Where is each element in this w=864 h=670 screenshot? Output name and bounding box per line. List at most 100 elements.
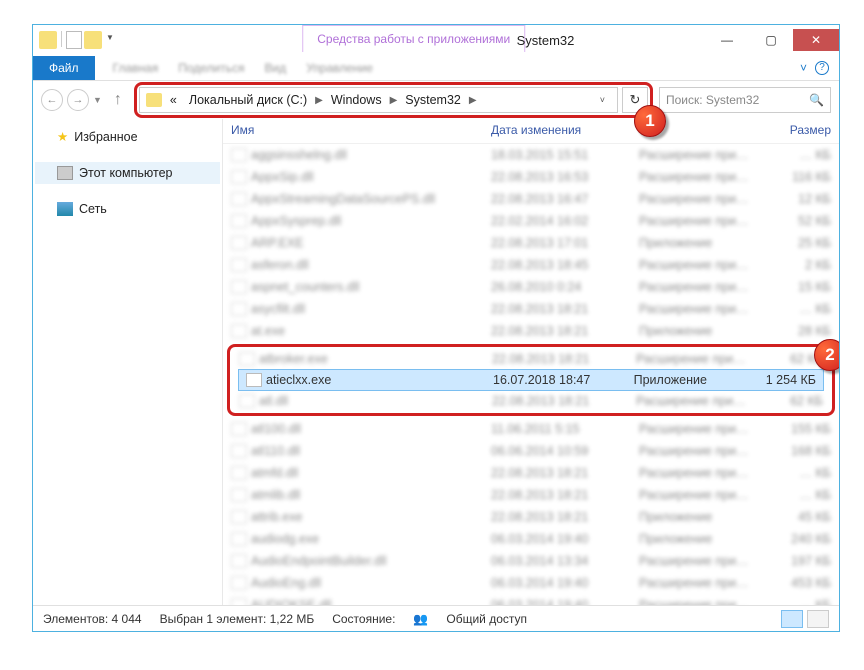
file-icon [231,236,247,250]
close-button[interactable]: ✕ [793,29,839,51]
sidebar-group-favorites[interactable]: ★ Избранное [35,125,220,148]
chevron-right-icon[interactable]: ▶ [469,95,477,106]
address-bar[interactable]: « Локальный диск (C:) ▶ Windows ▶ System… [139,87,618,113]
file-name: atieclxx.exe [266,373,331,387]
network-icon [57,202,73,216]
sidebar-label: Избранное [74,130,137,144]
file-row[interactable]: atl100.dll11.06.2011 5:15Расширение при…… [223,418,839,440]
file-row[interactable]: AppxStreamingDataSourcePS.dll22.08.2013 … [223,188,839,210]
file-row[interactable]: AudioEng.dll06.03.2014 19:40Расширение п… [223,572,839,594]
file-row[interactable]: AppxSysprep.dll22.02.2014 16:02Расширени… [223,210,839,232]
file-icon [231,576,247,590]
column-headers: Имя Дата изменения Тип Размер [223,119,839,144]
file-icon [231,280,247,294]
window-buttons: — ▢ ✕ [705,29,839,51]
ribbon-tab-share[interactable]: Поделиться [168,57,254,79]
nav-arrows: ← → ▼ [41,89,102,111]
maximize-button[interactable]: ▢ [749,29,793,51]
file-row[interactable]: ARP.EXE22.08.2013 17:01Приложение25 КБ [223,232,839,254]
selection-highlight: atbroker.exe 22.08.2013 18:21 Расширение… [227,344,835,416]
up-button[interactable]: ↑ [108,90,128,110]
ribbon-tab-manage[interactable]: Управление [296,57,383,79]
file-size: 1 254 КБ [753,373,816,387]
qat-icons: ▼ [33,31,116,49]
address-dropdown-icon[interactable]: ˅ [594,95,611,105]
icons-view-button[interactable] [807,610,829,628]
sidebar-label: Сеть [79,202,107,216]
search-input[interactable]: Поиск: System32 🔍 [659,87,831,113]
file-icon [231,192,247,206]
exe-icon [246,373,262,387]
minimize-button[interactable]: — [705,29,749,51]
sidebar-item-network[interactable]: Сеть [35,198,220,220]
pc-icon [57,166,73,180]
callout-1: 1 [634,105,666,137]
file-row[interactable]: atmlib.dll22.08.2013 18:21Расширение при… [223,484,839,506]
status-item-count: Элементов: 4 044 [43,612,142,626]
file-list[interactable]: aggsinsshelng.dll18.03.2015 15:51Расшире… [223,144,839,605]
column-size[interactable]: Размер [765,123,831,137]
file-icon [231,532,247,546]
qat-sep [61,31,62,47]
status-state-label: Состояние: [332,612,395,626]
search-placeholder: Поиск: System32 [666,93,759,107]
ribbon: Файл Главная Поделиться Вид Управление ˅… [33,55,839,81]
breadcrumb-c[interactable]: Локальный диск (C:) [185,93,311,107]
file-icon [231,466,247,480]
help-icon[interactable]: ? [815,61,829,75]
file-row[interactable]: atl.dll 22.08.2013 18:21 Расширение при…… [231,390,831,412]
file-icon [231,422,247,436]
forward-button[interactable]: → [67,89,89,111]
back-button[interactable]: ← [41,89,63,111]
file-row[interactable]: asycfilt.dll22.08.2013 18:21Расширение п… [223,298,839,320]
window-title: System32 [517,33,575,48]
details-view-button[interactable] [781,610,803,628]
file-icon [231,324,247,338]
ribbon-tab-view[interactable]: Вид [254,57,296,79]
column-date[interactable]: Дата изменения [491,123,639,137]
file-row[interactable]: aspnet_counters.dll26.08.2010 0:24Расшир… [223,276,839,298]
file-row[interactable]: AUDIOKSE.dll06.03.2014 19:40Расширение п… [223,594,839,605]
file-icon [231,258,247,272]
file-row[interactable]: AppxSip.dll22.08.2013 16:53Расширение пр… [223,166,839,188]
file-icon [231,302,247,316]
qat-dropdown-icon[interactable]: ▼ [104,31,116,49]
file-row[interactable]: aggsinsshelng.dll18.03.2015 15:51Расшире… [223,144,839,166]
navigation-row: ← → ▼ ↑ « Локальный диск (C:) ▶ Windows … [33,81,839,119]
callout-2: 2 [814,339,839,371]
breadcrumb-windows[interactable]: Windows [327,93,386,107]
chevron-right-icon[interactable]: ▶ [315,95,323,106]
file-row[interactable]: asferon.dll22.08.2013 18:45Расширение пр… [223,254,839,276]
qat-folder-icon [84,31,102,49]
file-row-selected[interactable]: atieclxx.exe 16.07.2018 18:47 Приложение… [238,369,824,391]
file-row[interactable]: audiodg.exe06.03.2014 19:40Приложение240… [223,528,839,550]
file-row[interactable]: atmfd.dll22.08.2013 18:21Расширение при…… [223,462,839,484]
file-row[interactable]: atbroker.exe 22.08.2013 18:21 Расширение… [231,348,831,370]
contextual-tab-group: Средства работы с приложениями [302,25,525,52]
column-name[interactable]: Имя [231,123,491,137]
status-state-value: Общий доступ [446,612,527,626]
file-row[interactable]: at.exe22.08.2013 18:21Приложение28 КБ [223,320,839,342]
address-bar-highlight: « Локальный диск (C:) ▶ Windows ▶ System… [134,82,653,118]
file-row[interactable]: atl110.dll06.06.2014 10:59Расширение при… [223,440,839,462]
contextual-tab-label: Средства работы с приложениями [302,25,525,52]
sidebar-item-this-pc[interactable]: Этот компьютер [35,162,220,184]
title-bar: ▼ Средства работы с приложениями System3… [33,25,839,55]
doc-icon [66,31,82,49]
nav-history-dropdown[interactable]: ▼ [93,95,102,105]
file-row[interactable]: AudioEndpointBuilder.dll06.03.2014 13:34… [223,550,839,572]
breadcrumb-system32[interactable]: System32 [401,93,465,107]
file-date: 16.07.2018 18:47 [493,373,634,387]
folder-icon [39,31,57,49]
file-icon [231,214,247,228]
file-tab[interactable]: Файл [33,56,95,80]
status-selection: Выбран 1 элемент: 1,22 МБ [160,612,315,626]
file-row[interactable]: attrib.exe22.08.2013 18:21Приложение45 К… [223,506,839,528]
folder-icon [146,93,162,107]
chevron-right-icon[interactable]: ▶ [390,95,398,106]
ribbon-tab-home[interactable]: Главная [103,57,169,79]
file-icon [231,488,247,502]
view-switcher [781,610,829,628]
ribbon-expand-icon[interactable]: ˅ [800,61,807,75]
file-icon [239,352,255,366]
